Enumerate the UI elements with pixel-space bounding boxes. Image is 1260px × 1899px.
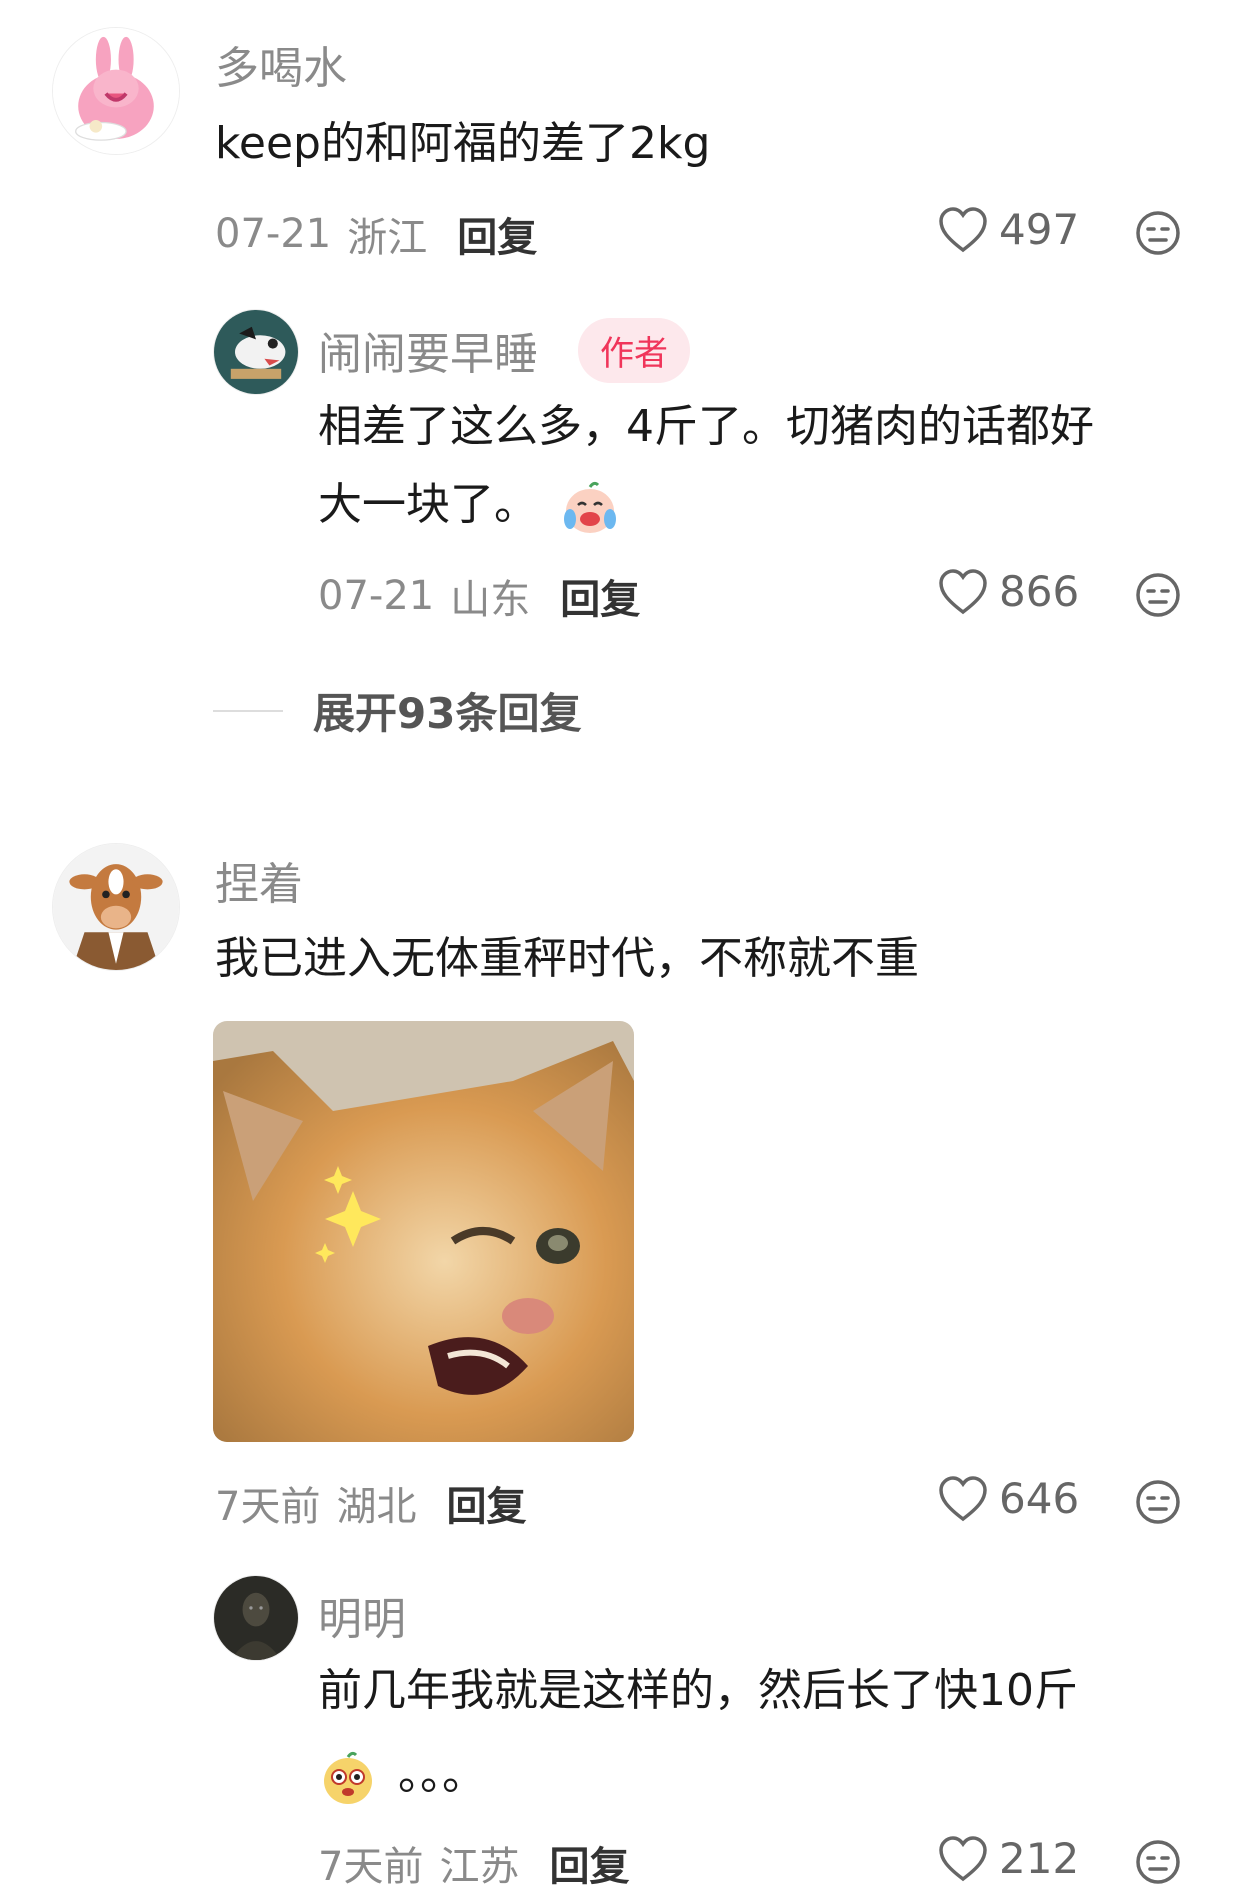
dark-portrait-avatar[interactable] — [213, 1575, 299, 1661]
winking-cat-meme[interactable] — [213, 1021, 634, 1442]
reply-text-line2-wrap: 。。。 — [318, 1736, 486, 1814]
like-button[interactable]: 212 — [937, 1834, 1079, 1883]
like-count: 497 — [999, 205, 1080, 254]
heart-outline-icon — [939, 568, 987, 614]
funny-face-emoji — [324, 1751, 372, 1804]
reply-button[interactable]: 回复 — [560, 567, 640, 625]
reply-button[interactable]: 回复 — [549, 1834, 629, 1892]
reply-button[interactable]: 回复 — [457, 205, 537, 263]
like-button[interactable]: 646 — [937, 1474, 1079, 1523]
comment-date: 7天前 — [215, 1484, 321, 1530]
heart-outline-icon — [939, 1475, 987, 1521]
reply-text-line2-wrap: 大一块了。 — [318, 466, 620, 544]
like-count: 212 — [999, 1834, 1080, 1883]
like-button[interactable]: 866 — [937, 567, 1079, 616]
meh-face-icon[interactable] — [1134, 1838, 1182, 1886]
comment-text: keep的和阿福的差了2kg — [215, 118, 711, 169]
expand-label: 展开93条回复 — [313, 689, 582, 738]
reply-date: 7天前 — [318, 1844, 424, 1890]
meh-face-icon[interactable] — [1134, 209, 1182, 257]
username[interactable]: 多喝水 — [215, 32, 347, 96]
username[interactable]: 捏着 — [215, 848, 303, 912]
meh-face-icon[interactable] — [1134, 571, 1182, 619]
reply-text-line1: 相差了这么多，4斤了。切猪肉的话都好 — [318, 401, 1094, 452]
comment-text: 我已进入无体重秤时代，不称就不重 — [215, 933, 919, 984]
meh-face-icon[interactable] — [1134, 1478, 1182, 1526]
dog-cartoon-avatar[interactable] — [213, 309, 299, 395]
reply-date: 07-21 — [318, 573, 435, 619]
comment-meta: 07-21 浙江 回复 — [215, 205, 537, 263]
reply-username[interactable]: 明明 — [318, 1583, 406, 1647]
comment-date: 07-21 — [215, 211, 332, 257]
divider — [213, 709, 283, 712]
reply-location: 山东 — [450, 577, 531, 623]
reply-location: 江苏 — [439, 1844, 520, 1890]
comment-location: 湖北 — [336, 1484, 417, 1530]
crying-laugh-emoji — [564, 481, 616, 533]
reply-text-line2: 大一块了。 — [318, 479, 538, 530]
heart-outline-icon — [939, 206, 987, 252]
reply-meta: 7天前 江苏 回复 — [318, 1834, 629, 1892]
reply-meta: 07-21 山东 回复 — [318, 567, 640, 625]
reply-button[interactable]: 回复 — [446, 1474, 526, 1532]
cow-in-suit-avatar[interactable] — [52, 843, 180, 971]
author-badge: 作者 — [578, 318, 690, 383]
heart-outline-icon — [939, 1835, 987, 1881]
like-count: 646 — [999, 1474, 1080, 1523]
reply-username[interactable]: 闹闹要早睡 — [318, 318, 538, 382]
comment-location: 浙江 — [347, 215, 428, 261]
expand-replies-button[interactable]: 展开93条回复 — [213, 680, 581, 741]
like-button[interactable]: 497 — [937, 205, 1079, 254]
pink-bunny-avatar[interactable] — [52, 27, 180, 155]
reply-text-line1: 前几年我就是这样的，然后长了快10斤 — [318, 1665, 1078, 1716]
reply-text-line2: 。。。 — [398, 1749, 486, 1800]
like-count: 866 — [999, 567, 1080, 616]
comment-meta: 7天前 湖北 回复 — [215, 1474, 526, 1532]
